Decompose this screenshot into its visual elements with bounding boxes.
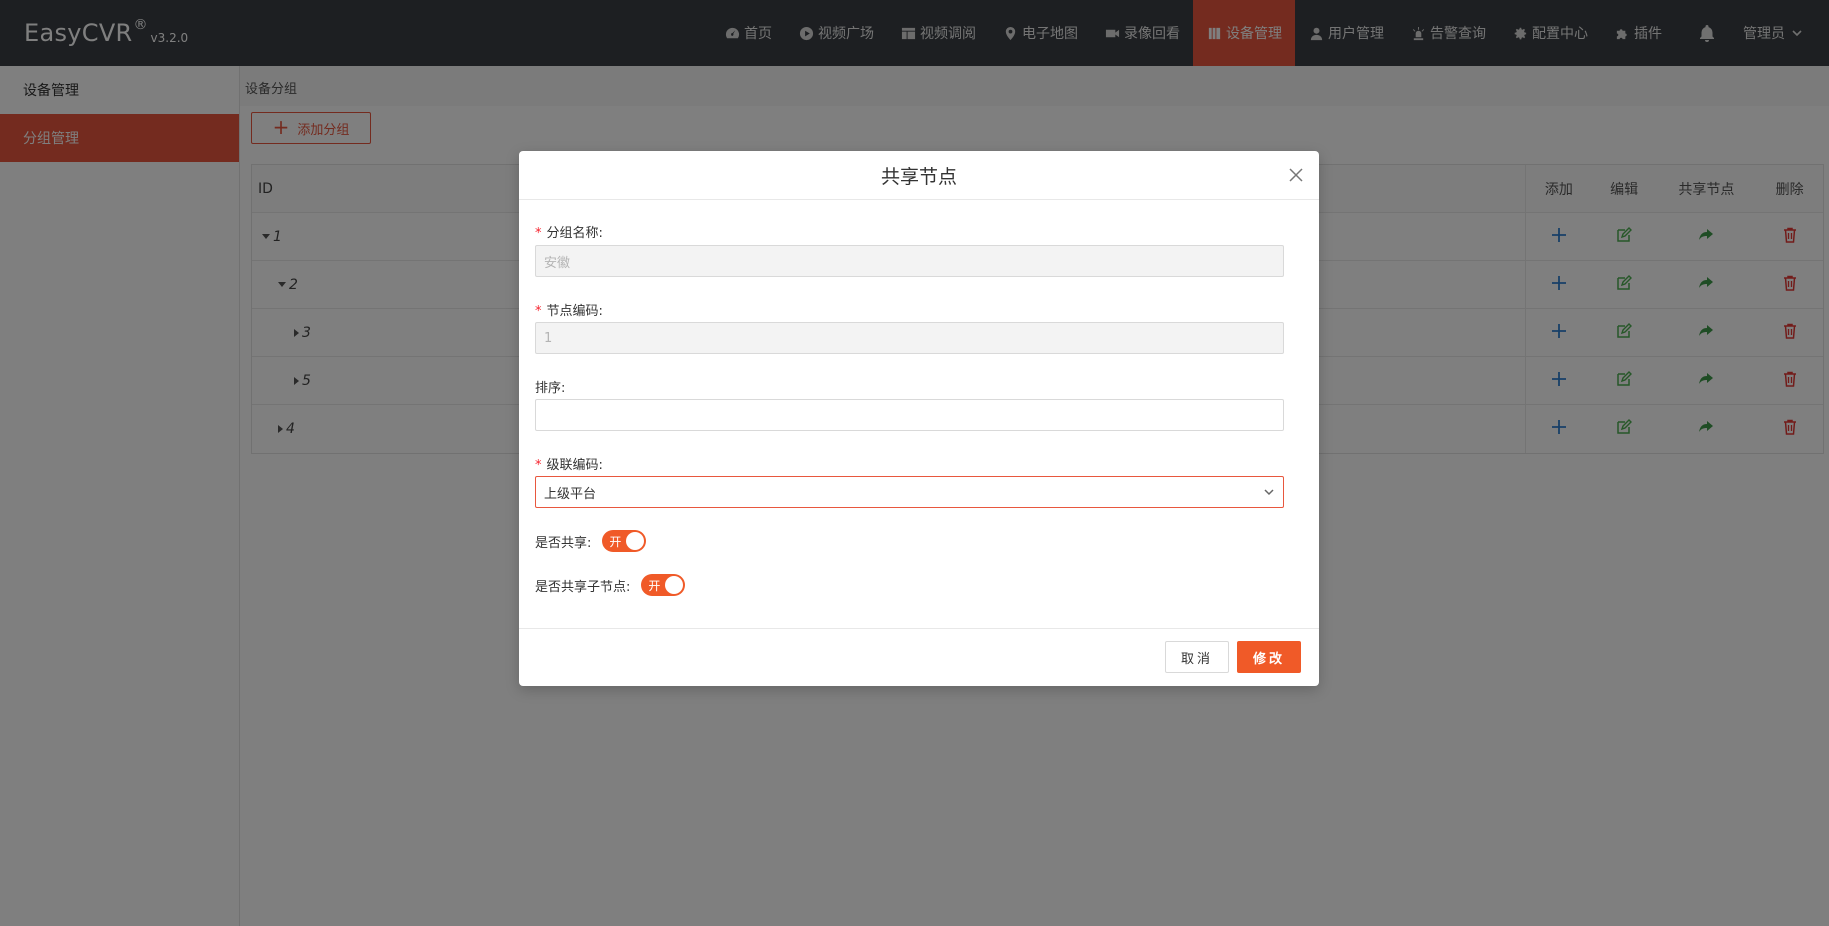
cascade-code-label: * 级联编码: xyxy=(535,454,603,473)
cascade-code-label-text: 级联编码: xyxy=(546,458,603,473)
close-button[interactable] xyxy=(1287,166,1305,184)
dialog-header: 共享节点 xyxy=(519,151,1319,200)
toggle-knob xyxy=(626,532,645,550)
cancel-button[interactable]: 取消 xyxy=(1165,641,1229,673)
share-children-row: 是否共享子节点: 开 xyxy=(535,574,686,596)
shared-label: 是否共享: xyxy=(535,535,592,551)
node-code-input[interactable]: 1 xyxy=(535,322,1284,354)
sort-label: 排序: xyxy=(535,381,566,396)
required-mark: * xyxy=(535,458,542,473)
required-mark: * xyxy=(535,226,542,241)
node-code-label: * 节点编码: xyxy=(535,300,603,319)
share-children-label: 是否共享子节点: xyxy=(535,579,631,595)
share-node-dialog: 共享节点 * 分组名称: 安徽 * 节点编码: 1 排序: * 级联编码: 上级平台 … xyxy=(519,151,1319,686)
group-name-label: * 分组名称: xyxy=(535,222,603,241)
shared-row: 是否共享: 开 xyxy=(535,530,647,552)
group-name-input[interactable]: 安徽 xyxy=(535,245,1284,277)
toggle-state-text: 开 xyxy=(609,534,622,549)
sort-input[interactable] xyxy=(535,399,1284,431)
chevron-down-icon xyxy=(1264,489,1274,496)
toggle-knob xyxy=(665,576,684,594)
share-children-toggle[interactable]: 开 xyxy=(641,574,686,596)
close-icon xyxy=(1289,168,1303,182)
toggle-state-text: 开 xyxy=(648,578,661,593)
required-mark: * xyxy=(535,304,542,319)
cascade-code-select[interactable]: 上级平台 xyxy=(535,476,1284,508)
cascade-code-value: 上级平台 xyxy=(544,486,597,502)
dialog-title: 共享节点 xyxy=(880,165,957,188)
dialog-body: * 分组名称: 安徽 * 节点编码: 1 排序: * 级联编码: 上级平台 是否共享:… xyxy=(519,200,1319,628)
group-name-label-text: 分组名称: xyxy=(546,226,603,241)
shared-toggle[interactable]: 开 xyxy=(602,530,647,552)
dialog-footer: 取消 修改 xyxy=(519,628,1319,686)
node-code-label-text: 节点编码: xyxy=(546,304,603,319)
modify-button[interactable]: 修改 xyxy=(1237,641,1301,673)
